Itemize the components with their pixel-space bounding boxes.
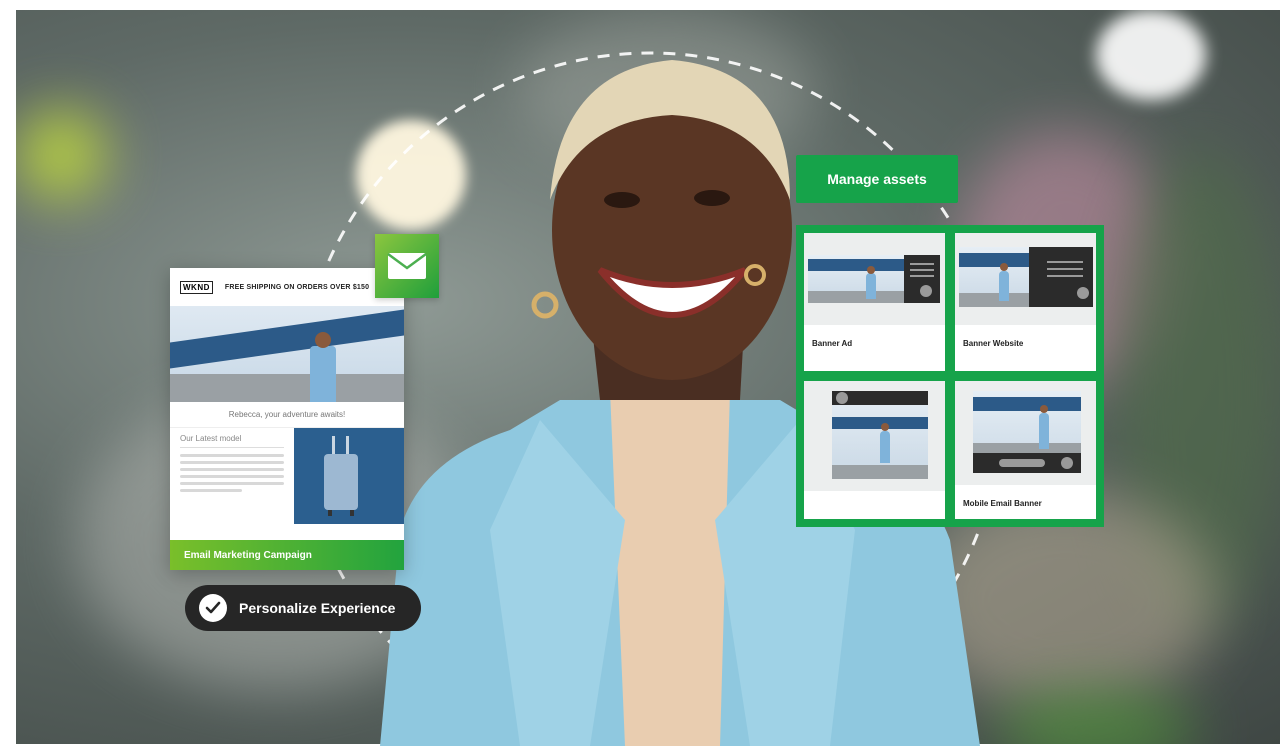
placeholder-line <box>910 263 934 265</box>
thumbnail-scene <box>832 391 928 479</box>
traveler-head <box>1040 405 1048 413</box>
suitcase-icon <box>294 428 404 524</box>
brand-logo: WKND <box>180 280 213 294</box>
traveler-figure <box>866 273 876 299</box>
email-hero-image <box>170 306 404 402</box>
text-placeholder <box>180 468 284 471</box>
email-badge[interactable] <box>375 234 439 298</box>
email-text-column: Our Latest model <box>170 428 294 524</box>
traveler-figure <box>999 271 1009 301</box>
placeholder-line <box>1047 268 1083 270</box>
placeholder-line <box>910 275 934 277</box>
checkmark-icon <box>199 594 227 622</box>
asset-thumbnail <box>955 233 1096 325</box>
placeholder-dot <box>920 285 932 297</box>
email-header: WKND FREE SHIPPING ON ORDERS OVER $150 <box>170 268 404 306</box>
traveler-head <box>315 332 331 348</box>
shipping-banner: FREE SHIPPING ON ORDERS OVER $150 <box>224 283 370 291</box>
terminal-roof <box>832 417 928 429</box>
placeholder-dot <box>1077 287 1089 299</box>
thumbnail-scene <box>973 391 1081 473</box>
asset-tile-mobile-email-banner[interactable]: Mobile Email Banner <box>955 381 1096 519</box>
placeholder-line <box>1047 275 1083 277</box>
envelope-icon <box>387 252 427 279</box>
text-placeholder <box>180 454 284 457</box>
thumbnail-scene <box>808 255 940 303</box>
placeholder-dot <box>1061 457 1073 469</box>
asset-thumbnail <box>804 233 945 325</box>
asset-tile-banner-ad[interactable]: Banner Ad <box>804 233 945 371</box>
placeholder-dot <box>836 392 848 404</box>
email-campaign-label: Email Marketing Campaign <box>170 540 404 570</box>
traveler-figure <box>1039 413 1049 449</box>
placeholder-line <box>1047 261 1083 263</box>
text-placeholder <box>180 482 284 485</box>
traveler-figure <box>310 346 336 402</box>
text-placeholder <box>180 461 284 464</box>
personalize-label: Personalize Experience <box>239 600 396 616</box>
sidewalk <box>170 374 404 402</box>
asset-tile-banner-website[interactable]: Banner Website <box>955 233 1096 371</box>
terminal-roof <box>973 397 1081 411</box>
section-title: Our Latest model <box>180 434 284 448</box>
thumbnail-scene <box>959 247 1093 307</box>
placeholder-line <box>910 269 934 271</box>
placeholder-button <box>999 459 1045 467</box>
email-body: Our Latest model <box>170 428 404 524</box>
asset-caption: Banner Ad <box>812 339 853 348</box>
manage-assets-button[interactable]: Manage assets <box>796 155 958 203</box>
email-campaign-card[interactable]: WKND FREE SHIPPING ON ORDERS OVER $150 R… <box>170 268 404 570</box>
text-placeholder <box>180 489 243 492</box>
text-placeholder <box>180 475 284 478</box>
asset-caption <box>804 491 945 505</box>
asset-grid: Banner Ad Banner Website Mobile Email Ba… <box>796 225 1104 527</box>
asset-caption: Mobile Email Banner <box>963 499 1042 508</box>
suitcase-image <box>294 428 404 524</box>
personalize-experience-badge[interactable]: Personalize Experience <box>185 585 421 631</box>
asset-tile-mobile-banner[interactable] <box>804 381 945 519</box>
traveler-head <box>867 266 875 274</box>
traveler-head <box>881 423 889 431</box>
traveler-figure <box>880 431 890 463</box>
traveler-head <box>1000 263 1008 271</box>
sidewalk <box>832 465 928 479</box>
email-greeting: Rebecca, your adventure awaits! <box>170 402 404 428</box>
asset-thumbnail <box>804 381 945 491</box>
asset-caption: Banner Website <box>963 339 1024 348</box>
asset-thumbnail <box>955 381 1096 485</box>
terminal-roof <box>170 309 404 369</box>
